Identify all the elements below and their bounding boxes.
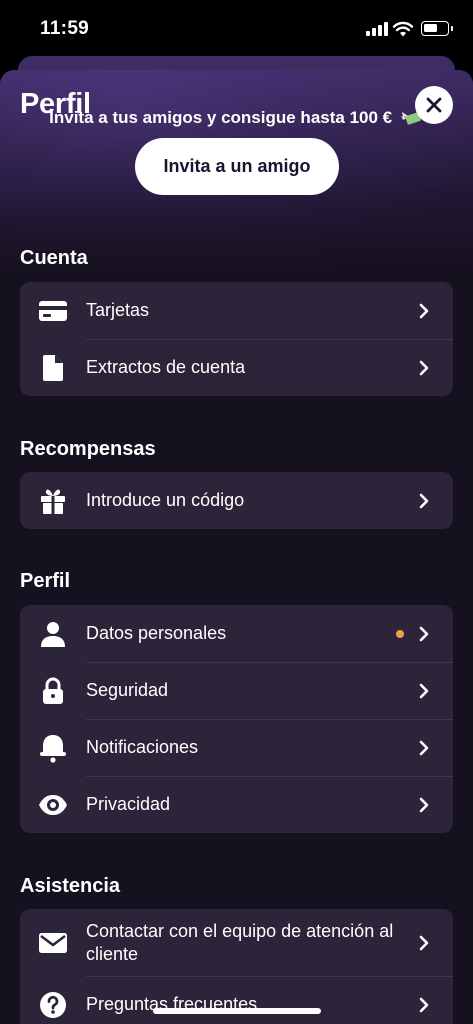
chevron-right-icon [419, 740, 429, 755]
list-item-label: Notificaciones [86, 737, 199, 757]
gift-icon [38, 486, 68, 516]
list-item-codigo[interactable]: Introduce un código [20, 472, 453, 529]
chevron-right-icon [419, 303, 429, 318]
list-item-tarjetas[interactable]: Tarjetas [20, 282, 453, 339]
list-item-label: Extractos de cuenta [86, 357, 246, 377]
list-item-label: Datos personales [86, 623, 227, 643]
lock-icon [38, 676, 68, 706]
profile-sheet: Invita a tus amigos y consigue hasta 100… [0, 70, 473, 1024]
status-time: 11:59 [40, 18, 90, 39]
list-item-extractos[interactable]: Extractos de cuenta [20, 339, 453, 396]
chevron-right-icon [419, 360, 429, 375]
close-icon [426, 97, 442, 113]
list-item-label: Introduce un código [86, 490, 245, 510]
list-item-contactar[interactable]: Contactar con el equipo de atención al c… [20, 909, 453, 976]
section-title-asistencia: Asistencia [20, 875, 121, 897]
wifi-icon [392, 21, 414, 37]
chevron-right-icon [419, 683, 429, 698]
chevron-right-icon [419, 626, 429, 641]
referral-promo-text: Invita a tus amigos y consigue hasta 100… [49, 108, 393, 127]
eye-icon [38, 790, 68, 820]
list-item-datos-personales[interactable]: Datos personales [20, 605, 453, 662]
bell-icon [38, 733, 68, 763]
battery-icon [421, 21, 453, 36]
list-item-preguntas[interactable]: Preguntas frecuentes [20, 976, 453, 1024]
section-title-cuenta: Cuenta [20, 247, 88, 269]
card-icon [38, 296, 68, 326]
notification-dot [396, 629, 404, 638]
status-bar: 11:59 [0, 0, 473, 60]
mail-icon [38, 928, 68, 958]
section-title-recompensas: Recompensas [20, 438, 156, 460]
chevron-right-icon [419, 797, 429, 812]
asistencia-card: Contactar con el equipo de atención al c… [20, 909, 453, 1024]
list-item-seguridad[interactable]: Seguridad [20, 662, 453, 719]
list-item-label: Seguridad [86, 680, 169, 700]
chevron-right-icon [419, 935, 429, 950]
list-item-notificaciones[interactable]: Notificaciones [20, 719, 453, 776]
home-indicator[interactable] [153, 1008, 321, 1014]
list-item-label: Privacidad [86, 794, 171, 814]
cellular-signal-icon [366, 22, 388, 36]
list-item-privacidad[interactable]: Privacidad [20, 776, 453, 833]
page-title: Perfil [20, 88, 91, 120]
list-item-label: Tarjetas [86, 300, 150, 320]
question-icon [38, 990, 68, 1020]
invite-friend-button[interactable]: Invita a un amigo [135, 138, 339, 195]
close-button[interactable] [415, 86, 453, 124]
section-title-perfil: Perfil [20, 570, 71, 592]
recompensas-card: Introduce un código [20, 472, 453, 529]
document-icon [38, 353, 68, 383]
list-item-label: Contactar con el equipo de atención al c… [86, 920, 394, 964]
person-icon [38, 619, 68, 649]
perfil-card: Datos personales Seguridad Notificacione… [20, 605, 453, 833]
chevron-right-icon [419, 997, 429, 1012]
cuenta-card: Tarjetas Extractos de cuenta [20, 282, 453, 396]
chevron-right-icon [419, 493, 429, 508]
